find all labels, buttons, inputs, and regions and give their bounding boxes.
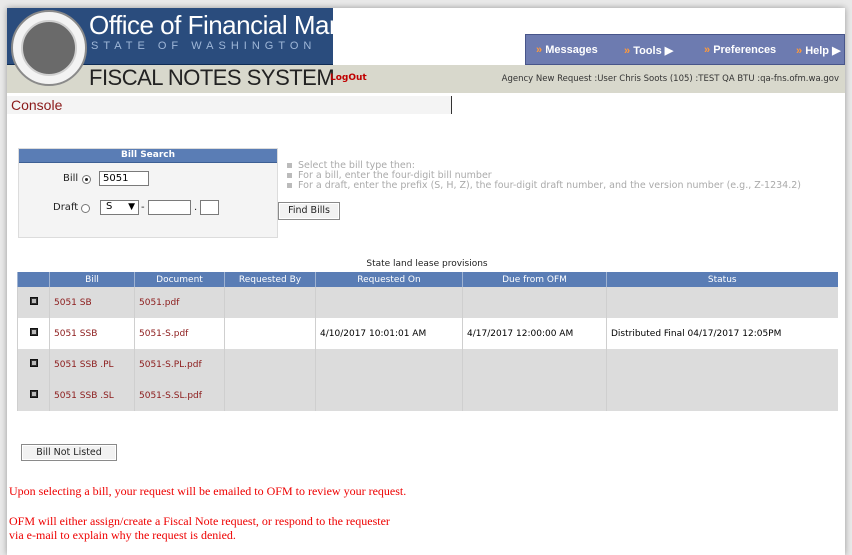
caret-right-icon: ▶ xyxy=(664,45,674,57)
notice-text: Upon selecting a bill, your request will… xyxy=(9,484,407,498)
org-subtitle: STATE OF WASHINGTON xyxy=(91,40,317,52)
table-row: 5051 SB 5051.pdf xyxy=(17,287,838,318)
table-row: 5051 SSB .PL 5051-S.PL.pdf xyxy=(17,349,838,380)
draft-radio[interactable] xyxy=(81,204,90,213)
select-row-icon[interactable] xyxy=(29,390,38,398)
state-seal-icon xyxy=(11,10,87,86)
header-top: Office of Financial Management STATE OF … xyxy=(7,8,845,86)
draft-number-input[interactable] xyxy=(148,200,191,215)
document-link[interactable]: 5051-S.pdf xyxy=(134,318,225,349)
select-row-icon[interactable] xyxy=(29,297,38,305)
bill-label: Bill xyxy=(63,173,79,184)
bill-search-title: Bill Search xyxy=(19,149,277,163)
logout-link[interactable]: LogOut xyxy=(330,73,367,83)
col-bill: Bill xyxy=(49,272,135,287)
bill-link[interactable]: 5051 SSB .PL xyxy=(49,349,135,380)
org-title: Office of Financial Management xyxy=(89,10,441,40)
find-bills-button[interactable]: Find Bills xyxy=(278,202,340,220)
notice-text: OFM will either assign/create a Fiscal N… xyxy=(9,514,390,528)
menu-preferences[interactable]: » Preferences xyxy=(704,44,776,56)
app-window: Office of Financial Management STATE OF … xyxy=(7,8,845,555)
system-title: FISCAL NOTES SYSTEM xyxy=(89,65,335,90)
col-due: Due from OFM xyxy=(462,272,607,287)
col-document: Document xyxy=(134,272,225,287)
bill-link[interactable]: 5051 SSB xyxy=(49,318,135,349)
agency-info: Agency New Request :User Chris Soots (10… xyxy=(501,74,839,84)
document-link[interactable]: 5051-S.PL.pdf xyxy=(134,349,225,380)
document-link[interactable]: 5051-S.SL.pdf xyxy=(134,380,225,411)
bill-not-listed-button[interactable]: Bill Not Listed xyxy=(21,444,117,461)
bill-search-panel: Bill Search Bill 5051 Draft S ▼ - . xyxy=(18,148,278,238)
draft-version-input[interactable] xyxy=(200,200,219,215)
notice-text: via e-mail to explain why the request is… xyxy=(9,528,236,542)
caret-right-icon: ▶ xyxy=(832,45,841,57)
bill-number-input[interactable]: 5051 xyxy=(99,171,149,186)
document-link[interactable]: 5051.pdf xyxy=(134,287,225,318)
select-row-icon[interactable] xyxy=(29,359,38,367)
bill-radio[interactable] xyxy=(82,175,91,184)
search-instructions: Select the bill type then: For a bill, e… xyxy=(287,161,801,191)
results-table: Bill Document Requested By Requested On … xyxy=(17,272,838,411)
draft-label: Draft xyxy=(53,202,79,213)
col-status: Status xyxy=(606,272,838,287)
menu-messages[interactable]: » Messages xyxy=(536,44,598,56)
col-requested-on: Requested On xyxy=(315,272,463,287)
results-caption: State land lease provisions xyxy=(366,259,488,269)
table-header: Bill Document Requested By Requested On … xyxy=(17,272,838,287)
top-menu: » Messages » Tools ▶ » Preferences » Hel… xyxy=(525,34,845,65)
bill-link[interactable]: 5051 SB xyxy=(49,287,135,318)
table-row: 5051 SSB .SL 5051-S.SL.pdf xyxy=(17,380,838,411)
select-row-icon[interactable] xyxy=(29,328,38,336)
table-row: 5051 SSB 5051-S.pdf 4/10/2017 10:01:01 A… xyxy=(17,318,838,349)
draft-prefix-select[interactable]: S ▼ xyxy=(100,200,139,215)
menu-tools[interactable]: » Tools ▶ xyxy=(624,44,673,57)
chevron-down-icon: ▼ xyxy=(128,202,135,212)
menu-help[interactable]: » Help ▶ xyxy=(796,44,841,57)
page-title: Console xyxy=(7,96,452,114)
bill-link[interactable]: 5051 SSB .SL xyxy=(49,380,135,411)
col-requested-by: Requested By xyxy=(224,272,316,287)
